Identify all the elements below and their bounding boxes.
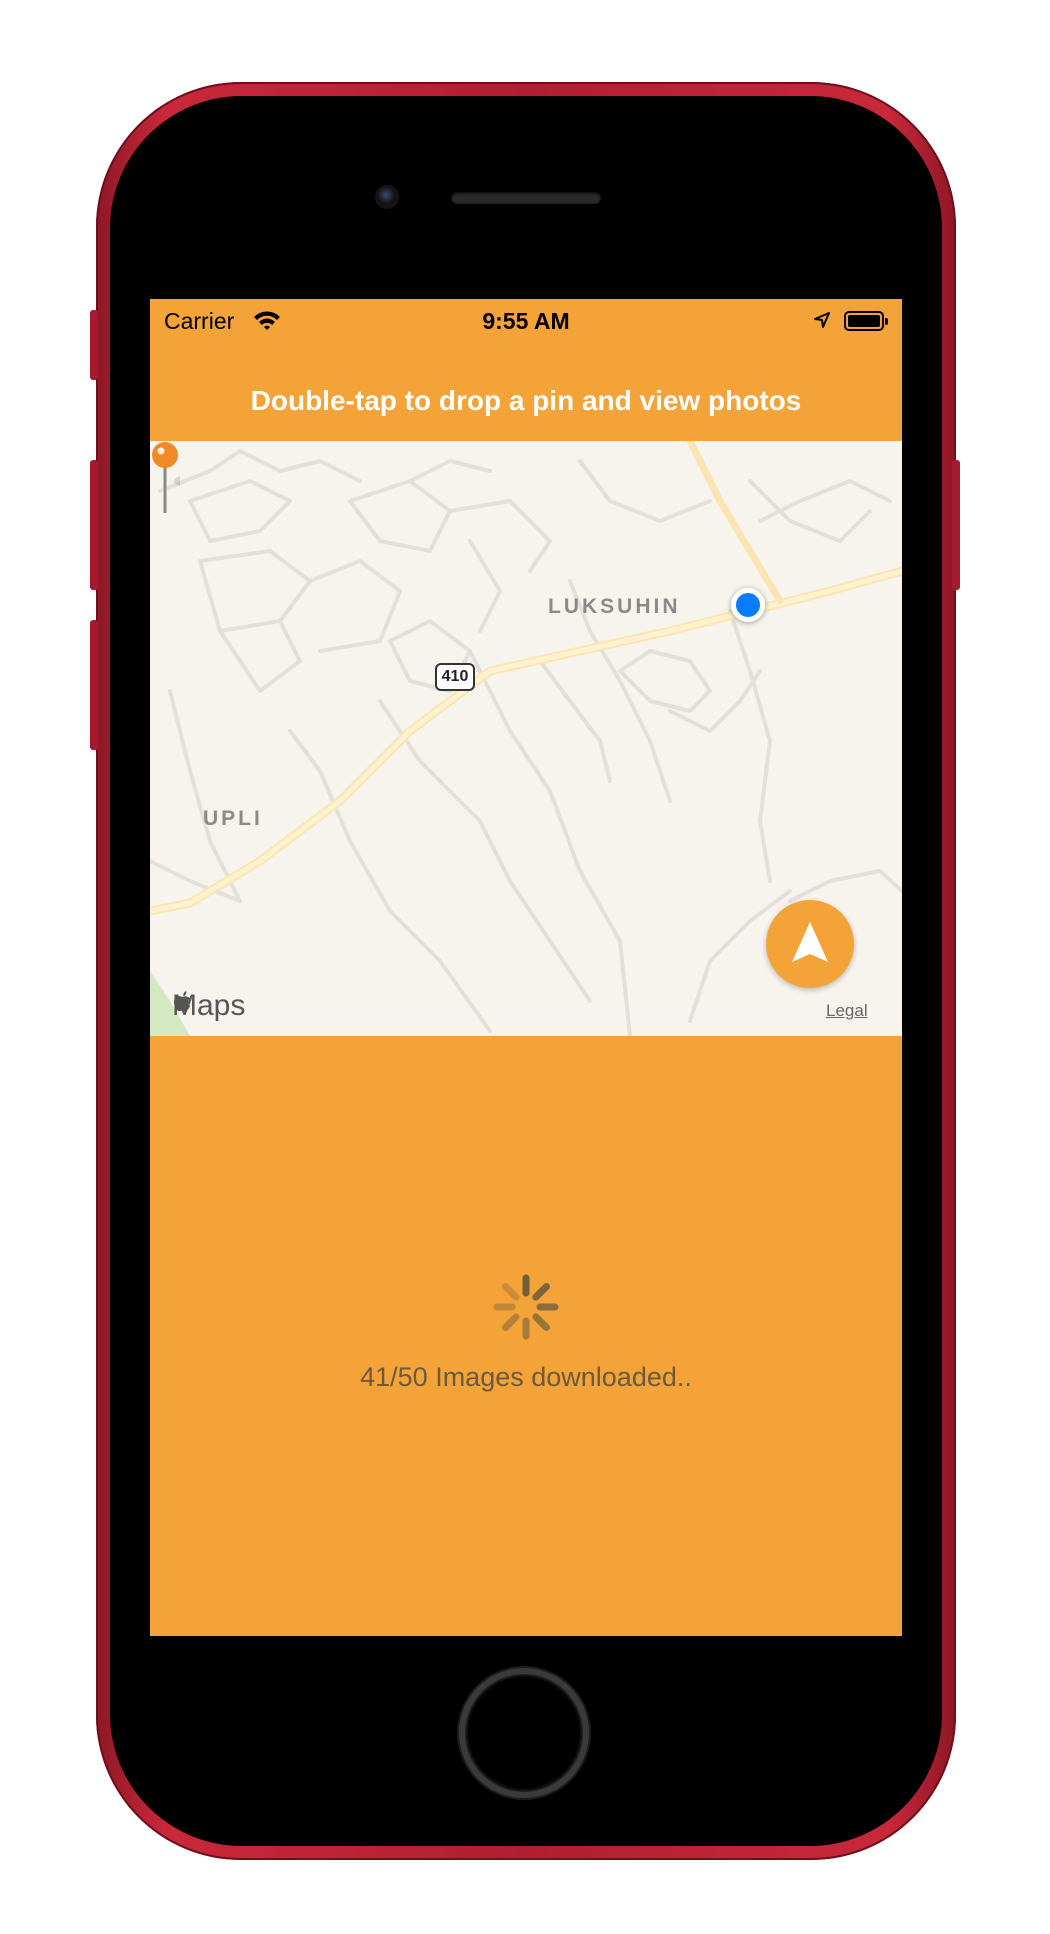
- maps-attribution: Maps: [172, 989, 245, 1023]
- volume-up-button: [90, 460, 98, 590]
- locate-me-button[interactable]: [766, 900, 854, 988]
- screen: Carrier 9:55 AM Double-tap to drop a pin…: [150, 299, 902, 1636]
- navigation-arrow-icon: [792, 922, 828, 962]
- map-label-luksuhin: LUKSUHIN: [548, 595, 681, 618]
- header-title: Double-tap to drop a pin and view photos: [250, 385, 802, 416]
- map-label-upli: UPLI: [203, 807, 263, 830]
- dropped-pin-icon[interactable]: [150, 441, 180, 517]
- status-bar: Carrier 9:55 AM: [150, 299, 902, 341]
- front-camera: [377, 187, 397, 207]
- earpiece-speaker: [451, 192, 601, 204]
- mute-switch: [90, 310, 98, 380]
- photo-loading-area: 41/50 Images downloaded..: [150, 1036, 902, 1636]
- download-progress-label: 41/50 Images downloaded..: [360, 1362, 692, 1392]
- clock: 9:55 AM: [482, 308, 570, 334]
- legal-link[interactable]: Legal: [826, 1001, 868, 1021]
- battery-icon: [844, 311, 888, 331]
- map-view[interactable]: LUKSUHIN UPLI 410 Maps Legal: [150, 441, 902, 1036]
- apple-icon: [174, 991, 190, 1012]
- user-location-dot: [731, 588, 765, 622]
- volume-down-button: [90, 620, 98, 750]
- route-shield: 410: [435, 663, 475, 691]
- location-arrow-icon: [814, 312, 830, 328]
- power-button: [952, 460, 960, 590]
- spinner-icon: [493, 1274, 559, 1340]
- home-button[interactable]: [459, 1668, 589, 1798]
